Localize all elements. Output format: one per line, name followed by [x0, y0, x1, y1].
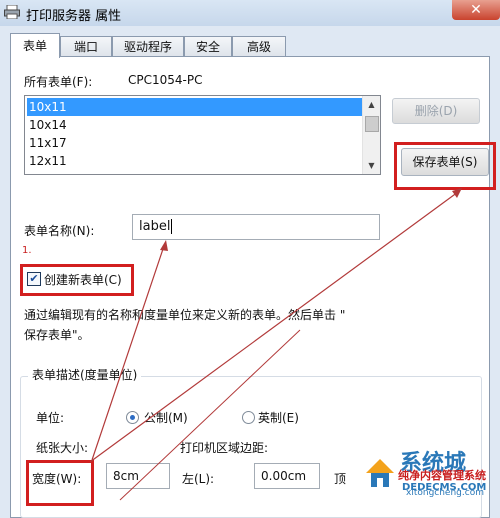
- tab-forms[interactable]: 表单: [10, 33, 60, 58]
- watermark-url-secondary: xitongcheng.com: [406, 488, 484, 498]
- watermark-subtitle: 纯净内容管理系统: [398, 469, 486, 482]
- annotation-arrows: [89, 188, 462, 501]
- house-logo-icon: [366, 459, 394, 487]
